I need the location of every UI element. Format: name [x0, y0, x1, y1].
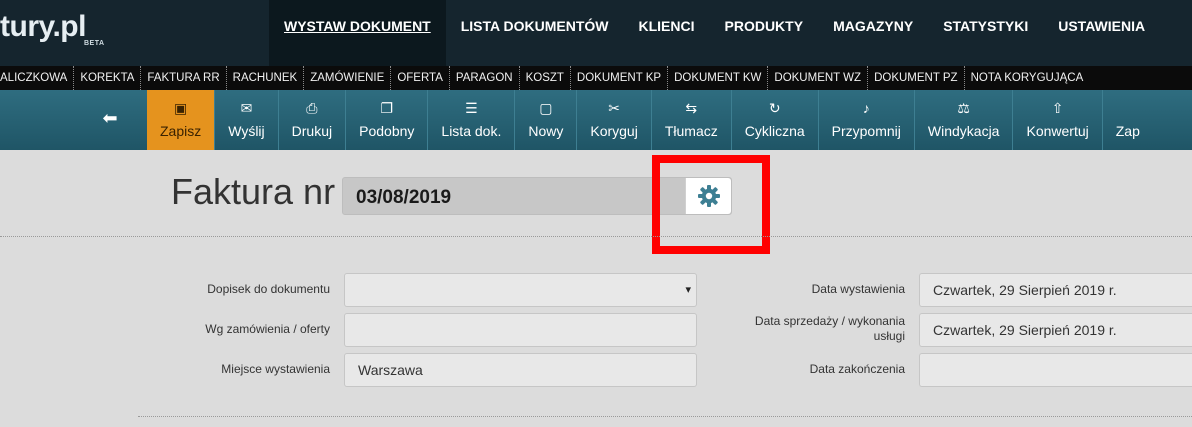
nav-magazyny[interactable]: MAGAZYNY	[818, 0, 928, 66]
doc-type-rachunek[interactable]: RACHUNEK	[225, 66, 304, 90]
divider	[138, 416, 1192, 417]
data-wystawienia-label: Data wystawienia	[811, 282, 905, 296]
logo[interactable]: tury.pl BETA	[0, 10, 104, 50]
toolbar-button-zap[interactable]: Zap	[1101, 90, 1153, 150]
doc-type-faktura-rr[interactable]: FAKTURA RR	[140, 66, 225, 90]
toolbar-button-cykliczna[interactable]: ↻ Cykliczna	[730, 90, 818, 150]
toolbar-button-label: Podobny	[359, 123, 415, 139]
divider	[0, 236, 1192, 237]
toolbar-button-label: Wyślij	[228, 123, 265, 139]
highlight-box	[652, 155, 770, 254]
wrench-icon: ✂	[608, 100, 620, 116]
data-wystawienia-input[interactable]: Czwartek, 29 Sierpień 2019 r.	[919, 273, 1192, 307]
action-toolbar: ⬅ ▣ Zapisz ✉ Wyślij ⎙ Drukuj ❐ Podobny ☰ Lista do…	[0, 90, 1192, 150]
data-sprzedazy-input[interactable]: Czwartek, 29 Sierpień 2019 r.	[919, 313, 1192, 347]
toolbar-button-label: Koryguj	[590, 123, 638, 139]
doc-type-dokument-pz[interactable]: DOKUMENT PZ	[867, 66, 964, 90]
doc-type-korekta[interactable]: KOREKTA	[73, 66, 140, 90]
toolbar-button-podobny[interactable]: ❐ Podobny	[345, 90, 427, 150]
wg-zamowienia-label: Wg zamówienia / oferty	[205, 322, 330, 336]
toolbar-buttons: ▣ Zapisz ✉ Wyślij ⎙ Drukuj ❐ Podobny ☰ Lista dok.…	[147, 90, 1153, 150]
doc-type-paragon[interactable]: PARAGON	[448, 66, 519, 90]
doc-type-dokument-kw[interactable]: DOKUMENT KW	[667, 66, 767, 90]
nav-statystyki[interactable]: STATYSTYKI	[928, 0, 1043, 66]
toolbar-button-lista-dok[interactable]: ☰ Lista dok.	[427, 90, 514, 150]
document-type-bar: ALICZKOWA KOREKTA FAKTURA RR RACHUNEK ZA…	[0, 66, 1192, 90]
toolbar-button-nowy[interactable]: ▢ Nowy	[514, 90, 576, 150]
logo-badge: BETA	[84, 40, 105, 47]
miejsce-label: Miejsce wystawienia	[221, 362, 330, 376]
toolbar-button-koryguj[interactable]: ✂ Koryguj	[576, 90, 650, 150]
doc-type-nota-korygujaca[interactable]: NOTA KORYGUJĄCA	[963, 66, 1090, 90]
list-icon: ☰	[465, 100, 478, 116]
envelope-icon: ✉	[240, 100, 253, 116]
print-icon: ⎙	[306, 100, 318, 116]
upload-icon: ⇧	[1051, 100, 1064, 116]
nav-ustawienia[interactable]: USTAWIENIA	[1043, 0, 1160, 66]
toolbar-button-label: Lista dok.	[441, 123, 502, 139]
doc-type-zamowienie[interactable]: ZAMÓWIENIE	[303, 66, 390, 90]
new-file-icon: ▢	[539, 100, 553, 116]
dopisek-select[interactable]	[344, 273, 697, 307]
bell-icon: ♪	[862, 100, 870, 116]
miejsce-input[interactable]: Warszawa	[344, 353, 697, 387]
logo-text: tury.pl	[0, 10, 86, 43]
invoice-number-value: 03/08/2019	[356, 187, 452, 208]
nav-lista-dokumentow[interactable]: LISTA DOKUMENTÓW	[446, 0, 624, 66]
toolbar-button-tłumacz[interactable]: ⇆ Tłumacz	[650, 90, 731, 150]
toolbar-button-zapisz[interactable]: ▣ Zapisz	[147, 90, 215, 150]
arrow-left-icon[interactable]: ⬅	[100, 108, 120, 128]
toolbar-button-label: Tłumacz	[664, 123, 718, 139]
wg-zamowienia-input[interactable]	[344, 313, 697, 347]
doc-type-oferta[interactable]: OFERTA	[390, 66, 449, 90]
data-sprzedazy-label: Data sprzedaży / wykonania usługi	[700, 314, 905, 344]
page-title: Faktura nr	[171, 171, 336, 212]
toolbar-button-przypomnij[interactable]: ♪ Przypomnij	[817, 90, 914, 150]
toolbar-button-label: Przypomnij	[831, 123, 901, 139]
toolbar-button-label: Zap	[1115, 123, 1140, 139]
nav-klienci[interactable]: KLIENCI	[624, 0, 710, 66]
dopisek-label: Dopisek do dokumentu	[207, 282, 330, 296]
nav-wystaw-dokument[interactable]: WYSTAW DOKUMENT	[269, 0, 446, 66]
main-nav: WYSTAW DOKUMENT LISTA DOKUMENTÓW KLIENCI…	[269, 0, 1160, 66]
top-header: tury.pl BETA WYSTAW DOKUMENT LISTA DOKUM…	[0, 0, 1192, 66]
doc-type-dokument-kp[interactable]: DOKUMENT KP	[569, 66, 667, 90]
save-icon: ▣	[174, 100, 188, 116]
toolbar-button-label: Drukuj	[291, 123, 333, 139]
data-sprzedazy-label-line2: usługi	[873, 329, 905, 343]
toolbar-button-drukuj[interactable]: ⎙ Drukuj	[277, 90, 345, 150]
copy-icon: ❐	[380, 100, 394, 116]
data-zakonczenia-input[interactable]	[919, 353, 1192, 387]
data-zakonczenia-label: Data zakończenia	[809, 362, 905, 376]
gavel-icon: ⚖	[957, 100, 970, 116]
toolbar-button-label: Cykliczna	[744, 123, 805, 139]
toolbar-button-konwertuj[interactable]: ⇧ Konwertuj	[1012, 90, 1101, 150]
doc-type-zaliczkowa[interactable]: ALICZKOWA	[0, 66, 73, 90]
toolbar-button-label: Zapisz	[160, 123, 202, 139]
nav-produkty[interactable]: PRODUKTY	[710, 0, 819, 66]
toolbar-button-label: Konwertuj	[1026, 123, 1089, 139]
toolbar-button-label: Windykacja	[927, 123, 1000, 139]
exchange-icon: ⇆	[685, 100, 698, 116]
toolbar-button-windykacja[interactable]: ⚖ Windykacja	[913, 90, 1013, 150]
toolbar-button-wyślij[interactable]: ✉ Wyślij	[214, 90, 277, 150]
doc-type-koszt[interactable]: KOSZT	[518, 66, 570, 90]
toolbar-button-label: Nowy	[528, 123, 564, 139]
refresh-icon: ↻	[768, 100, 781, 116]
data-sprzedazy-label-line1: Data sprzedaży / wykonania	[754, 314, 905, 328]
doc-type-dokument-wz[interactable]: DOKUMENT WZ	[767, 66, 867, 90]
